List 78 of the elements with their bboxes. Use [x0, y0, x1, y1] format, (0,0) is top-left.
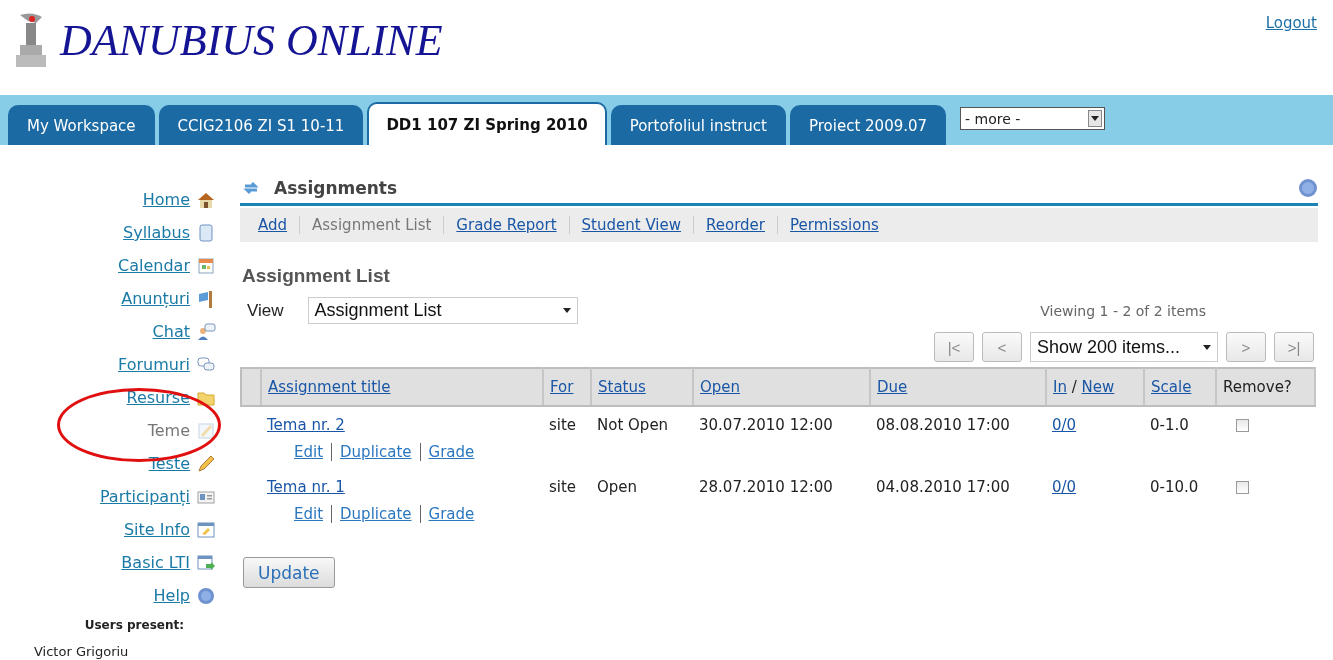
toolbar-link[interactable]: Assignment List — [312, 216, 445, 234]
sidebar-item[interactable]: Forumuri — [118, 355, 190, 374]
assignment-name-link[interactable]: Tema nr. 1 — [267, 478, 345, 496]
submissions-link[interactable]: 0/0 — [1052, 478, 1077, 496]
site-tab[interactable]: CCIG2106 ZI S1 10-11 — [158, 105, 364, 145]
toolbar-link[interactable]: Permissions — [790, 216, 891, 234]
sidebar-item[interactable]: Basic LTI — [121, 553, 190, 572]
table-cell: Open — [597, 478, 638, 496]
table-cell: 08.08.2010 17:00 — [876, 416, 1010, 434]
row-action-link[interactable]: Duplicate — [331, 505, 412, 523]
page-size-dropdown[interactable]: Show 200 items... — [1030, 332, 1218, 362]
table-cell: site — [549, 416, 577, 434]
next-page-button[interactable]: > — [1226, 332, 1266, 362]
site-tab[interactable]: My Workspace — [8, 105, 155, 145]
sidebar-item[interactable]: Anunțuri — [121, 289, 190, 308]
first-page-button[interactable]: |< — [934, 332, 974, 362]
calendar-icon — [196, 255, 216, 276]
sidebar-item[interactable]: Resurse — [126, 388, 190, 407]
window-arrow-icon — [196, 552, 216, 573]
table-cell: 0-1.0 — [1150, 416, 1189, 434]
row-action-link[interactable]: Edit — [294, 505, 324, 523]
update-button[interactable]: Update — [243, 557, 335, 588]
column-header-link[interactable]: Due — [877, 378, 908, 396]
section-heading: Assignment List — [242, 265, 391, 287]
remove-checkbox[interactable] — [1236, 418, 1249, 432]
toolbar-link[interactable]: Add — [258, 216, 301, 234]
page-icon — [196, 222, 216, 243]
table-cell: Not Open — [597, 416, 669, 434]
table-cell: 04.08.2010 17:00 — [876, 478, 1010, 496]
column-header-link[interactable]: New — [1081, 378, 1115, 396]
previous-page-button[interactable]: < — [982, 332, 1022, 362]
sidebar-item[interactable]: Participanți — [99, 487, 190, 506]
site-tab[interactable]: DD1 107 ZI Spring 2010 — [367, 102, 607, 145]
view-dropdown[interactable]: Assignment List — [307, 297, 578, 324]
user-name: Victor Grigoriu — [34, 644, 130, 659]
row-action-link[interactable]: Grade — [419, 443, 475, 461]
sidebar-item[interactable]: Chat — [152, 322, 190, 341]
toolbar-link[interactable]: Reorder — [706, 216, 778, 234]
site-tab[interactable]: Proiect 2009.07 — [790, 105, 947, 145]
column-header-link[interactable]: Open — [700, 378, 741, 396]
view-label: View — [247, 300, 284, 321]
sidebar-item[interactable]: Help — [153, 586, 190, 605]
chat-icon — [196, 321, 216, 342]
viewing-count: Viewing 1 - 2 of 2 items — [1040, 302, 1206, 319]
users-present-label: Users present: — [84, 618, 184, 632]
table-cell: 0-10.0 — [1150, 478, 1199, 496]
sidebar-item[interactable]: Calendar — [118, 256, 190, 275]
row-action-link[interactable]: Duplicate — [331, 443, 412, 461]
window-icon — [196, 519, 216, 540]
table-cell: site — [549, 478, 577, 496]
column-header: Remove? — [1223, 378, 1292, 396]
refresh-icon[interactable] — [242, 179, 260, 197]
site-logo-text: DANUBIUS ONLINE — [60, 14, 443, 66]
assignment-name-link[interactable]: Tema nr. 2 — [267, 416, 345, 434]
table-cell: 28.07.2010 12:00 — [699, 478, 833, 496]
slash-separator: / — [1070, 378, 1078, 396]
table-cell: 30.07.2010 12:00 — [699, 416, 833, 434]
toolbar-link[interactable]: Grade Report — [456, 216, 570, 234]
remove-checkbox[interactable] — [1236, 480, 1249, 494]
toolbar-link[interactable]: Student View — [581, 216, 694, 234]
row-action-link[interactable]: Edit — [294, 443, 324, 461]
site-tab[interactable]: Portofoliul instruct — [610, 105, 786, 145]
column-header-link[interactable]: In — [1053, 378, 1067, 396]
help-icon — [196, 585, 216, 606]
sidebar-item[interactable]: Teste — [148, 454, 190, 473]
sidebar-item[interactable]: Syllabus — [123, 223, 190, 242]
note-icon — [196, 420, 216, 441]
row-action-link[interactable]: Grade — [419, 505, 475, 523]
sidebar-item[interactable]: Home — [142, 190, 190, 209]
more-sites-dropdown[interactable]: - more - — [960, 107, 1106, 130]
last-page-button[interactable]: >| — [1274, 332, 1314, 362]
pencil-icon — [196, 453, 216, 474]
submissions-link[interactable]: 0/0 — [1052, 416, 1077, 434]
logout-link[interactable]: Logout — [1265, 14, 1317, 32]
sidebar-item[interactable]: Site Info — [123, 520, 190, 539]
tool-title: Assignments — [274, 178, 399, 198]
help-icon[interactable] — [1298, 178, 1318, 198]
sidebar-item[interactable]: Teme — [147, 421, 190, 440]
